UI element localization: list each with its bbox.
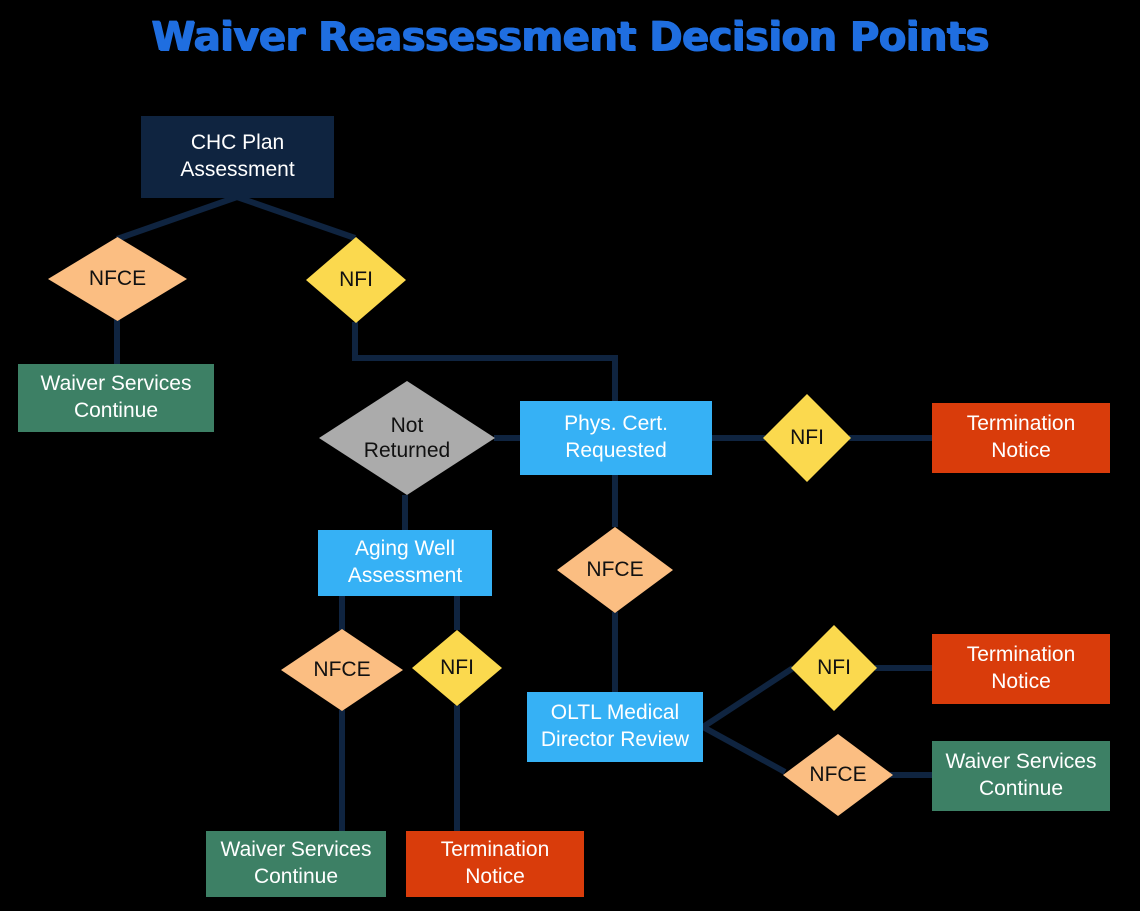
node-label-line2: Continue [253, 865, 339, 888]
flowchart-canvas: Waiver Reassessment Decision Points CHC … [0, 0, 1140, 911]
node-label: NFI [440, 656, 474, 680]
node-label: NFI [339, 268, 373, 292]
node-label: NFI [817, 656, 851, 680]
node-label-line2: Notice [465, 865, 525, 888]
node-decision-nfce-aging[interactable]: NFCE [281, 629, 403, 711]
node-decision-nfce-oltl[interactable]: NFCE [783, 734, 893, 816]
node-decision-nfi-phys[interactable]: NFI [763, 394, 851, 482]
node-termination-notice-top-right[interactable]: Termination Notice [932, 403, 1110, 473]
node-label-line2: Director Review [540, 728, 690, 751]
node-chc-plan-assessment[interactable]: CHC Plan Assessment [141, 116, 334, 198]
node-label: NFI [790, 426, 824, 450]
node-label-line2: Assessment [180, 158, 295, 181]
node-label: NFCE [809, 763, 867, 787]
node-decision-nfi-aging[interactable]: NFI [412, 630, 502, 706]
node-label: NFCE [88, 267, 147, 291]
node-label-line2: Notice [991, 670, 1051, 693]
node-not-returned[interactable]: Not Returned [319, 381, 495, 495]
node-label-line2: Assessment [347, 564, 463, 587]
node-label-line2: Notice [991, 439, 1051, 462]
node-label-line1: Termination [966, 643, 1076, 667]
node-oltl-medical-director-review[interactable]: OLTL Medical Director Review [527, 692, 703, 762]
node-label-line1: OLTL Medical [550, 701, 680, 725]
node-label-line1: Termination [966, 412, 1076, 436]
node-label-line1: Waiver Services [40, 372, 192, 396]
node-waiver-services-continue-right[interactable]: Waiver Services Continue [932, 741, 1110, 811]
edge-oltl-to-nfi [701, 665, 795, 730]
node-termination-notice-mid-right[interactable]: Termination Notice [932, 634, 1110, 704]
node-decision-nfce-top[interactable]: NFCE [48, 237, 187, 321]
node-decision-nfce-phys[interactable]: NFCE [557, 527, 673, 613]
edge-chc-to-nfi [236, 194, 356, 241]
node-label-line1: Waiver Services [945, 750, 1097, 774]
edge-oltl-to-nfce [701, 724, 787, 775]
node-label-line1: Phys. Cert. [564, 412, 668, 436]
node-waiver-services-continue-bottom[interactable]: Waiver Services Continue [206, 831, 386, 897]
node-decision-nfi-oltl[interactable]: NFI [791, 625, 877, 711]
node-label-line1: Not [390, 413, 424, 437]
node-label-line1: Termination [440, 838, 550, 862]
node-label-line2: Returned [363, 439, 451, 462]
node-label-line2: Requested [565, 439, 667, 462]
node-label: NFCE [313, 658, 371, 682]
node-phys-cert-requested[interactable]: Phys. Cert. Requested [520, 401, 712, 475]
node-label: NFCE [586, 558, 644, 582]
node-aging-well-assessment[interactable]: Aging Well Assessment [318, 530, 492, 596]
node-label-line1: Waiver Services [220, 838, 372, 862]
node-label-line1: CHC Plan [190, 131, 285, 155]
node-label: Not Returned [364, 413, 450, 463]
node-label-line1: Aging Well [355, 537, 455, 561]
node-decision-nfi-top[interactable]: NFI [306, 237, 406, 323]
node-waiver-services-continue-left[interactable]: Waiver Services Continue [18, 364, 214, 432]
node-termination-notice-bottom[interactable]: Termination Notice [406, 831, 584, 897]
node-label-line2: Continue [73, 399, 159, 422]
node-label-line2: Continue [978, 777, 1064, 800]
edge-chc-to-nfce [116, 194, 238, 242]
